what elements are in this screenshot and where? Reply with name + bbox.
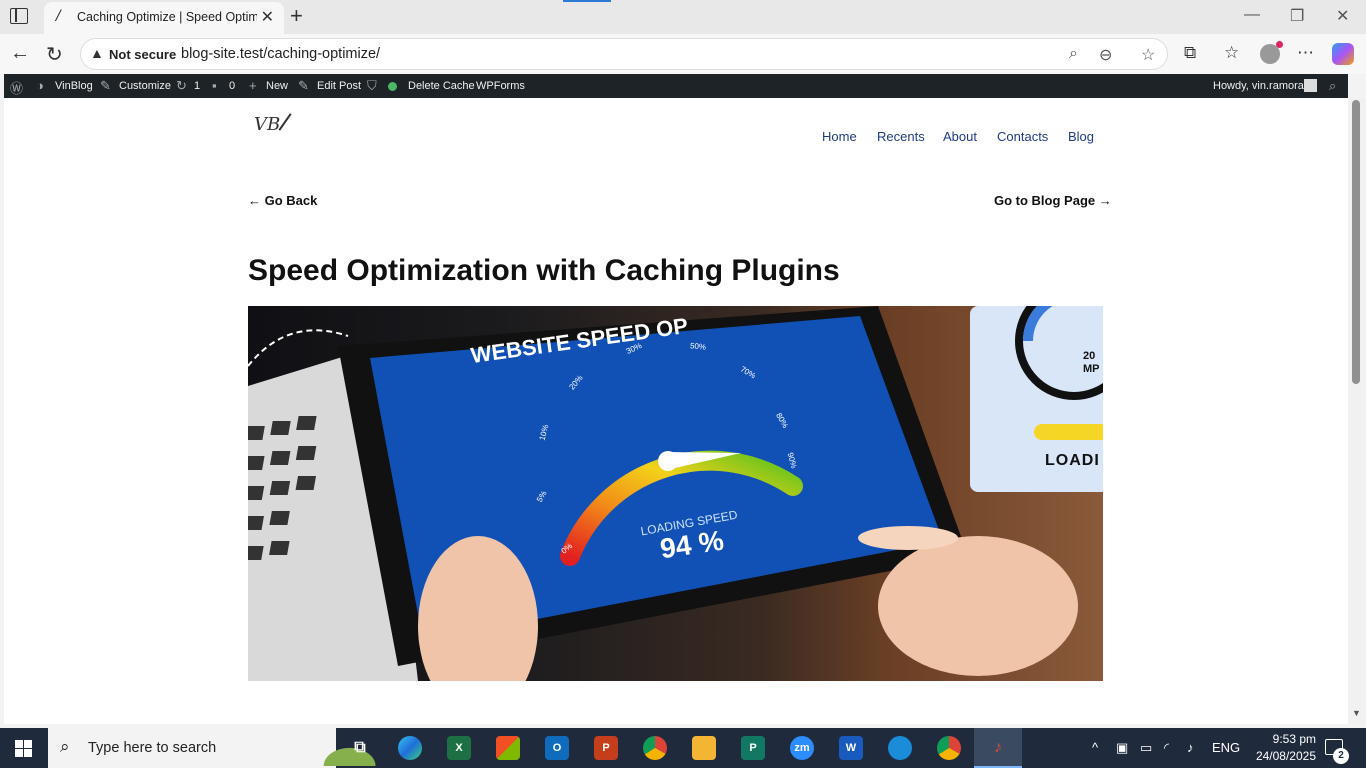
admin-greeting[interactable]: Howdy, vin.ramoran — [1213, 80, 1310, 92]
go-to-blog-link[interactable]: Go to Blog Page → — [994, 193, 1112, 208]
tab-strip: / Caching Optimize | Speed Optimi ✕ + — … — [0, 0, 1366, 34]
brush-icon[interactable]: ✎ — [100, 78, 111, 94]
clock-time[interactable]: 9:53 pm — [1256, 732, 1316, 746]
wordpress-icon[interactable]: Ⓦ — [10, 78, 23, 97]
browser-toolbar: ← ↻ ▲ Not secure blog-site.test/caching-… — [0, 34, 1366, 74]
copilot-icon[interactable] — [1332, 43, 1354, 65]
back-icon[interactable]: ← — [10, 42, 30, 65]
active-app-icon[interactable]: ♪ — [986, 736, 1010, 760]
app-bird-icon[interactable] — [888, 736, 912, 760]
minimize-icon[interactable]: — — [1244, 6, 1260, 24]
not-secure-label[interactable]: Not secure — [109, 47, 176, 62]
admin-comments-count[interactable]: 0 — [229, 80, 235, 92]
seo-plugin-icon[interactable]: ⛉ — [367, 78, 377, 94]
powerpoint-icon[interactable]: P — [594, 736, 618, 760]
word-icon[interactable]: W — [839, 736, 863, 760]
windows-taskbar: ⌕ Type here to search ⧉ X O P P zm W ♪ ^… — [0, 728, 1366, 768]
taskbar-search-placeholder[interactable]: Type here to search — [88, 740, 216, 756]
go-back-link[interactable]: ← Go Back — [248, 193, 317, 208]
close-window-icon[interactable]: ✕ — [1336, 6, 1349, 26]
clock-date[interactable]: 24/08/2025 — [1248, 749, 1316, 763]
page-viewport: VB Home Recents About Contacts Blog ← Go… — [4, 98, 1348, 724]
admin-updates-count[interactable]: 1 — [194, 80, 200, 92]
store-icon[interactable] — [496, 736, 520, 760]
admin-new[interactable]: New — [266, 80, 288, 92]
post-title: Speed Optimization with Caching Plugins — [248, 254, 840, 287]
nav-home[interactable]: Home — [822, 129, 857, 144]
profile-avatar[interactable] — [1260, 41, 1283, 64]
nav-about[interactable]: About — [943, 129, 977, 144]
chrome-icon[interactable] — [643, 736, 667, 760]
notification-count: 2 — [1333, 748, 1349, 764]
url-text[interactable]: blog-site.test/caching-optimize/ — [181, 46, 380, 62]
admin-customize[interactable]: Customize — [119, 80, 171, 92]
pencil-icon[interactable]: ✎ — [298, 78, 309, 94]
side-label: LOADI — [1045, 452, 1100, 469]
show-hidden-icons[interactable]: ^ — [1092, 740, 1098, 755]
tab-actions-icon[interactable] — [10, 8, 28, 24]
address-bar[interactable]: ▲ Not secure blog-site.test/caching-opti… — [80, 38, 1168, 70]
windows-start-icon[interactable] — [15, 740, 32, 757]
more-menu-icon[interactable]: ⋯ — [1297, 43, 1314, 63]
logo-quill-icon — [278, 113, 292, 131]
admin-edit-post[interactable]: Edit Post — [317, 80, 361, 92]
tab-indicator — [563, 0, 611, 2]
zoom-app-icon[interactable]: zm — [790, 736, 814, 760]
seo-status-dot — [388, 82, 397, 91]
chrome-profile-icon[interactable] — [937, 736, 961, 760]
wp-admin-bar: Ⓦ ◑ VinBlog ✎ Customize ↻ 1 ▪ 0 + New ✎ … — [4, 74, 1348, 98]
favorites-icon[interactable]: ☆ — [1224, 43, 1239, 63]
side-value: 20 — [1083, 350, 1096, 362]
zoom-icon[interactable]: ⌕ — [1069, 45, 1078, 63]
nav-contacts[interactable]: Contacts — [997, 129, 1048, 144]
featured-image: WEBSITE SPEED OP LOADING SPEED 94 % 0% 5… — [248, 306, 1103, 681]
search-icon[interactable]: ⌕ — [1329, 78, 1336, 94]
admin-delete-cache[interactable]: Delete Cache — [408, 80, 475, 92]
wifi-icon[interactable]: ◜ — [1164, 740, 1169, 756]
outlook-icon[interactable]: O — [545, 736, 569, 760]
file-explorer-icon[interactable] — [692, 736, 716, 760]
gauge-tick-5: 50% — [689, 341, 707, 352]
warning-icon[interactable]: ▲ — [90, 45, 104, 61]
comment-icon[interactable]: ▪ — [212, 78, 217, 93]
language-indicator[interactable]: ENG — [1212, 740, 1240, 755]
meet-now-icon[interactable]: ▣ — [1116, 740, 1128, 756]
site-logo[interactable]: VB — [254, 114, 280, 135]
admin-wpforms[interactable]: WPForms — [476, 80, 525, 92]
plus-icon[interactable]: + — [249, 78, 257, 93]
close-tab-icon[interactable]: ✕ — [261, 7, 274, 27]
task-view-icon[interactable]: ⧉ — [348, 736, 372, 760]
extensions-icon[interactable]: ⧉ — [1184, 43, 1196, 63]
new-tab-icon[interactable]: + — [290, 3, 303, 29]
restore-icon[interactable]: ❐ — [1290, 6, 1304, 26]
scroll-down-icon[interactable]: ▼ — [1352, 708, 1361, 718]
tab-title: Caching Optimize | Speed Optimi — [77, 10, 257, 24]
volume-icon[interactable]: ♪ — [1187, 740, 1194, 755]
excel-icon[interactable]: X — [447, 736, 471, 760]
browser-tab[interactable]: / Caching Optimize | Speed Optimi ✕ — [44, 2, 284, 34]
nav-blog[interactable]: Blog — [1068, 129, 1094, 144]
project-icon[interactable]: P — [741, 736, 765, 760]
speed-gauge-illustration — [248, 306, 1103, 681]
taskbar-search[interactable]: ⌕ Type here to search — [48, 728, 384, 768]
refresh-icon[interactable]: ↻ — [46, 42, 63, 67]
favorite-star-icon[interactable]: ☆ — [1141, 45, 1155, 65]
nav-recents[interactable]: Recents — [877, 129, 925, 144]
admin-site-name[interactable]: VinBlog — [55, 80, 93, 92]
tab-favicon-icon: / — [56, 8, 61, 24]
scroll-thumb[interactable] — [1352, 100, 1360, 384]
reading-mode-icon[interactable]: ⊖ — [1099, 45, 1112, 65]
user-avatar[interactable] — [1304, 79, 1317, 92]
dashboard-icon[interactable]: ◑ — [36, 78, 44, 93]
battery-icon[interactable]: ▭ — [1140, 740, 1152, 756]
edge-icon[interactable] — [398, 736, 422, 760]
side-unit: MP — [1083, 363, 1100, 375]
page-scrollbar[interactable]: ▲ ▼ — [1348, 98, 1366, 724]
updates-icon[interactable]: ↻ — [176, 78, 187, 94]
search-icon: ⌕ — [60, 737, 70, 756]
